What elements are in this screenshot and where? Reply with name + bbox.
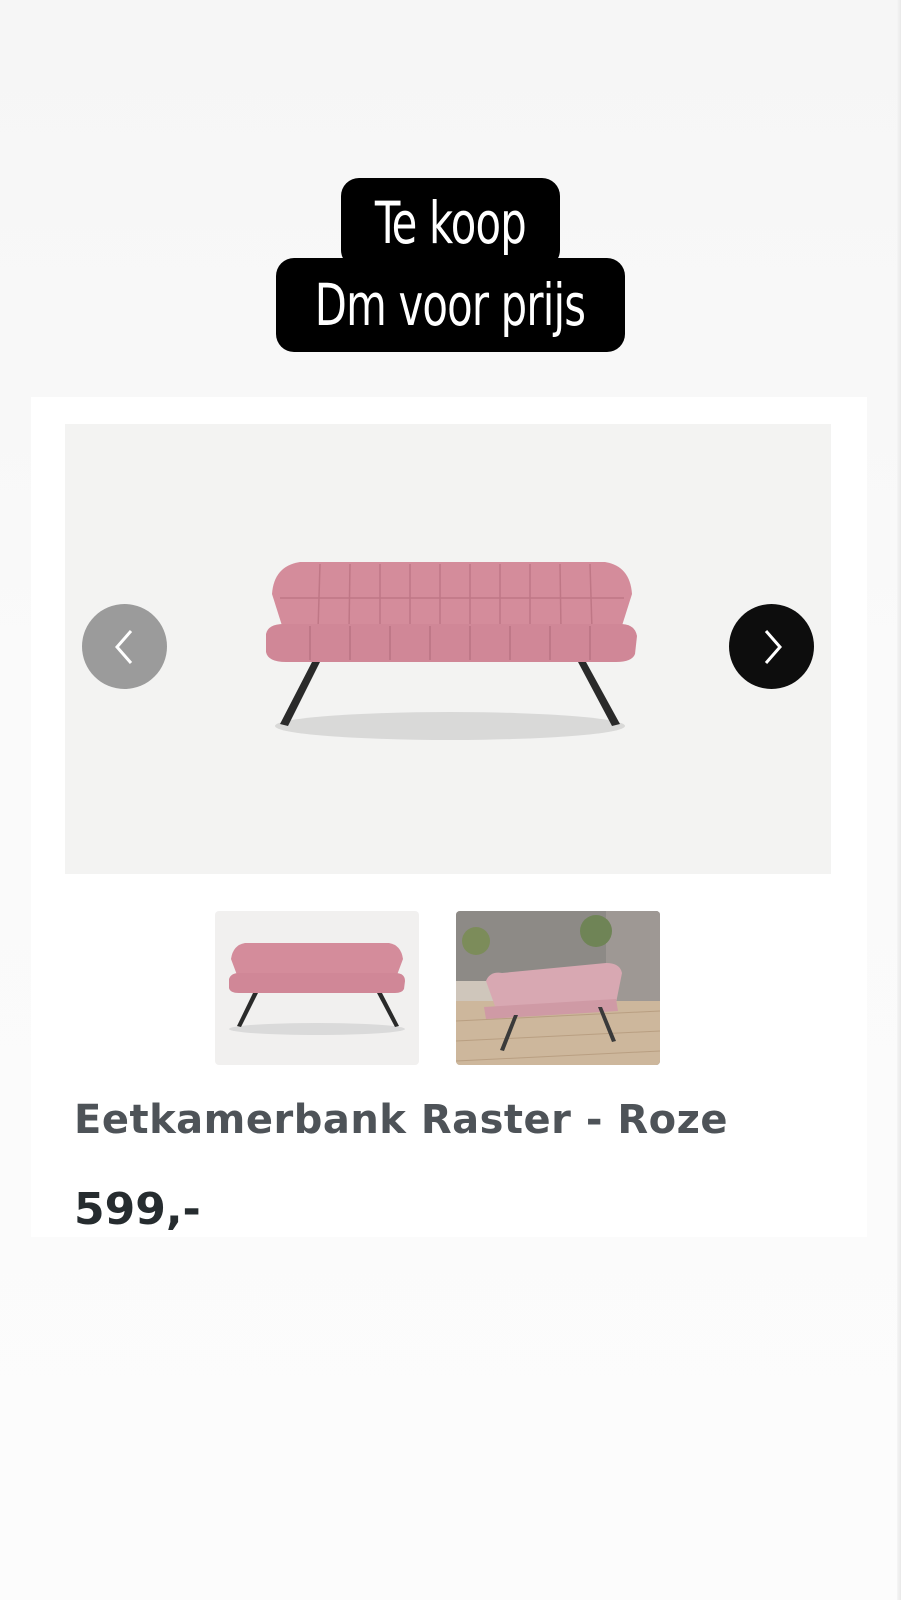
bench-leg-right (578, 662, 620, 726)
sticker-line-2: Dm voor prijs (276, 258, 625, 352)
bench-leg-left (280, 662, 320, 726)
bench-illustration (266, 562, 637, 740)
thumbnail-strip (215, 911, 675, 1065)
product-title: Eetkamerbank Raster - Roze (74, 1097, 729, 1143)
edge-shadow (897, 0, 901, 1600)
floor-shadow (275, 712, 625, 740)
previous-image-button[interactable] (82, 604, 167, 689)
thumbnail-interior-image (456, 911, 660, 1065)
story-page: Te koop Dm voor prijs Eetkamerbank Raste… (0, 0, 901, 1600)
thumbnail-bench-image (229, 943, 405, 1035)
product-main-image (65, 424, 831, 874)
next-image-button[interactable] (729, 604, 814, 689)
product-card: Eetkamerbank Raster - Roze 599,- (31, 397, 867, 1237)
chevron-right-icon (764, 629, 782, 664)
sticker-line-1: Te koop (341, 178, 560, 268)
product-price: 599,- (74, 1184, 201, 1235)
thumbnail-studio[interactable] (215, 911, 419, 1065)
chevron-left-icon (114, 629, 132, 664)
bench-backrest (272, 562, 632, 632)
bench-seat (266, 624, 637, 662)
thumbnail-interior[interactable] (456, 911, 660, 1065)
